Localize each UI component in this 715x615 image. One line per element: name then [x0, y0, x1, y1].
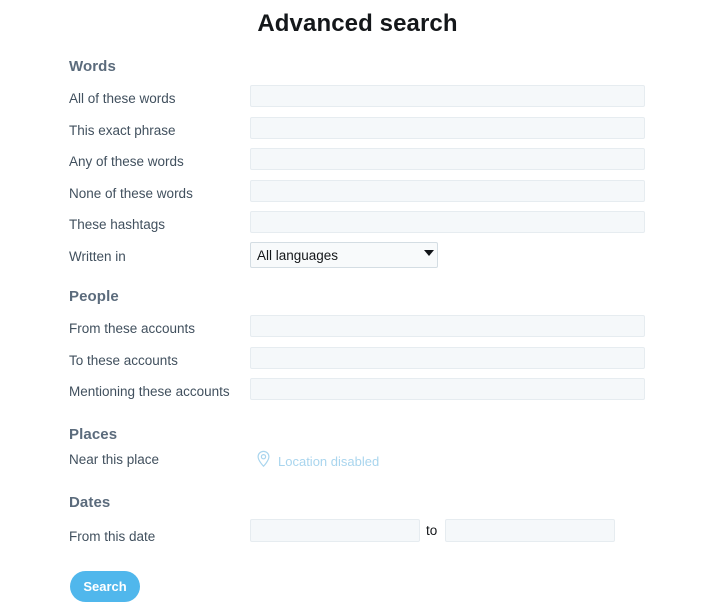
input-all-of-these-words[interactable] [250, 85, 645, 107]
label-written-in: Written in [69, 249, 126, 264]
page-title: Advanced search [257, 10, 458, 37]
location-status-text: Location disabled [278, 454, 380, 469]
input-these-hashtags[interactable] [250, 211, 645, 233]
label-to-these-accounts: To these accounts [69, 353, 178, 368]
section-header-words: Words [69, 58, 116, 75]
input-date-from[interactable] [250, 519, 420, 542]
advanced-search-page: Advanced search Words All of these words… [0, 0, 715, 615]
input-date-until[interactable] [445, 519, 615, 542]
search-button[interactable]: Search [70, 571, 140, 602]
label-near-this-place: Near this place [69, 452, 160, 467]
input-mentioning-these-accounts[interactable] [250, 378, 645, 400]
input-from-these-accounts[interactable] [250, 315, 645, 337]
section-header-people: People [69, 288, 119, 305]
label-from-these-accounts: From these accounts [69, 321, 196, 336]
select-written-in[interactable]: All languages [250, 242, 438, 268]
input-none-of-these-words[interactable] [250, 180, 645, 202]
input-any-of-these-words[interactable] [250, 148, 645, 170]
section-header-places: Places [69, 426, 118, 443]
input-this-exact-phrase[interactable] [250, 117, 645, 139]
input-to-these-accounts[interactable] [250, 347, 645, 369]
label-this-exact-phrase: This exact phrase [69, 123, 176, 138]
label-from-this-date: From this date [69, 529, 156, 544]
label-any-of-these-words: Any of these words [69, 154, 184, 169]
label-all-of-these-words: All of these words [69, 91, 176, 106]
label-these-hashtags: These hashtags [69, 217, 166, 232]
section-header-dates: Dates [69, 494, 111, 511]
label-none-of-these-words: None of these words [69, 186, 193, 201]
map-pin-icon [256, 450, 271, 473]
label-mentioning-these-accounts: Mentioning these accounts [69, 384, 230, 399]
date-range-separator: to [426, 523, 438, 538]
location-status[interactable]: Location disabled [256, 450, 379, 473]
